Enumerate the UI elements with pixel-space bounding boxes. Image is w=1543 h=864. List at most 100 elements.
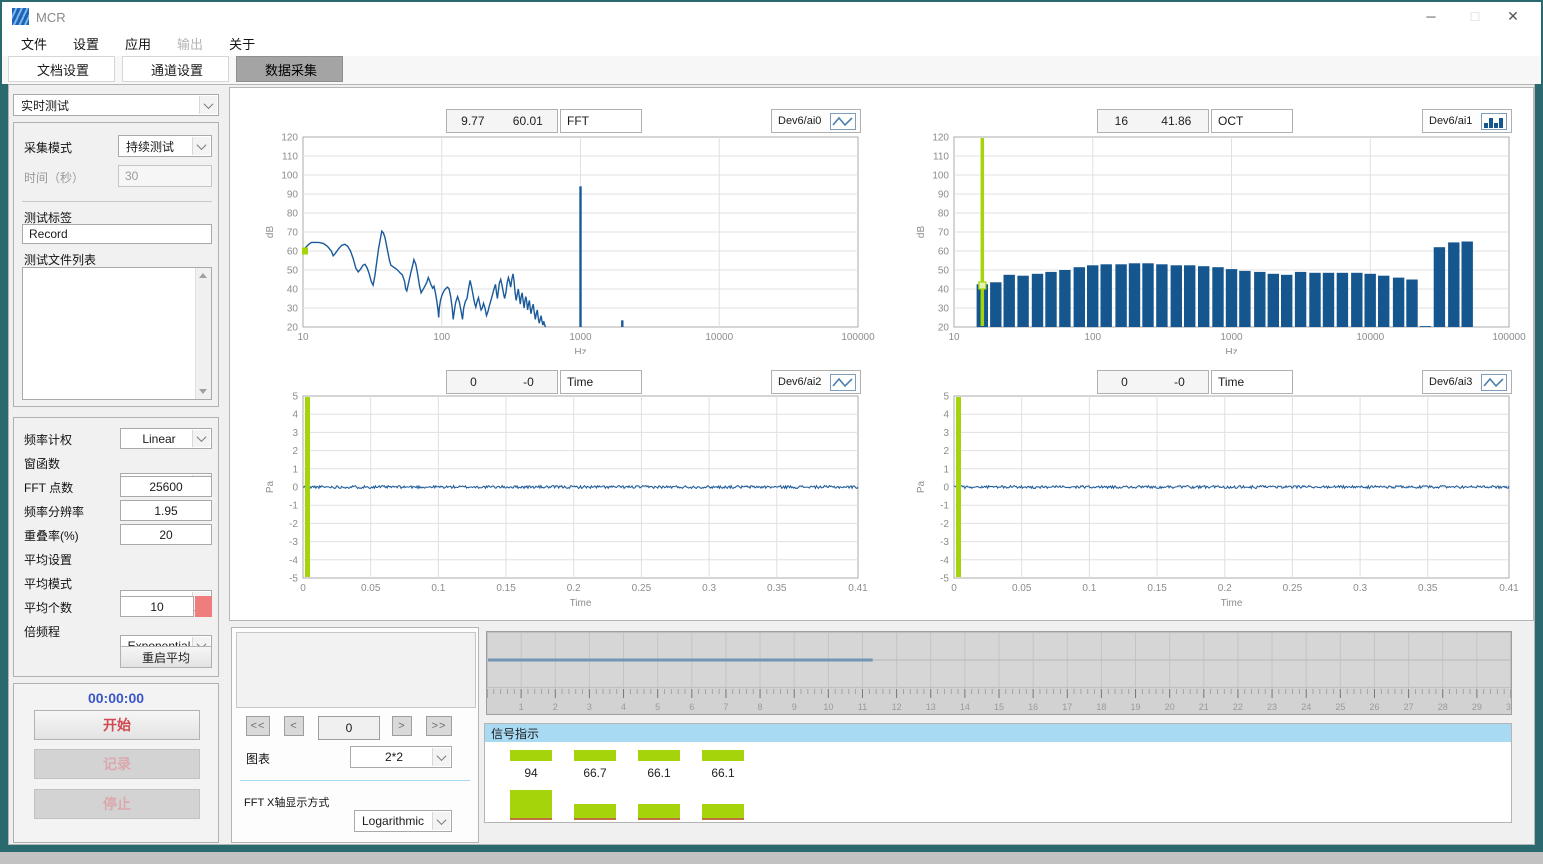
svg-text:100: 100 <box>1084 332 1101 343</box>
tab-1[interactable]: 通道设置 <box>122 56 229 82</box>
close-button[interactable]: ✕ <box>1491 2 1535 30</box>
scroll-down-icon[interactable] <box>199 389 207 394</box>
svg-text:-1: -1 <box>940 501 949 512</box>
svg-text:1: 1 <box>943 464 949 475</box>
chart-type-box[interactable]: FFT <box>560 109 642 133</box>
chevron-down-icon[interactable] <box>199 96 217 114</box>
menu-item-1[interactable]: 设置 <box>60 30 112 57</box>
menu-item-0[interactable]: 文件 <box>8 30 60 57</box>
channel-label: Dev6/ai1 <box>1429 115 1472 127</box>
divider <box>240 780 470 781</box>
test-tag-input[interactable]: Record <box>22 224 212 244</box>
menu-bar: 文件设置应用输出关于 <box>2 30 1541 56</box>
setting-input-3[interactable]: 1.95 <box>120 500 212 521</box>
pager-next-button[interactable]: > <box>392 716 412 736</box>
acq-mode-select[interactable]: 持续测试 <box>118 135 212 157</box>
svg-text:-2: -2 <box>289 519 298 530</box>
record-button[interactable]: 记录 <box>34 749 200 779</box>
svg-text:0.2: 0.2 <box>1218 583 1232 594</box>
signal-meter-bar <box>702 804 744 820</box>
cursor-readout-value: 41.86 <box>1161 114 1191 128</box>
setting-input-2[interactable]: 25600 <box>120 476 212 497</box>
file-list-label: 测试文件列表 <box>24 251 96 268</box>
svg-text:40: 40 <box>938 285 950 296</box>
tab-0[interactable]: 文档设置 <box>8 56 115 82</box>
svg-text:-4: -4 <box>289 555 298 566</box>
run-controls-groupbox: 00:00:00 开始 记录 停止 <box>13 683 219 843</box>
signal-meter-bar <box>638 804 680 820</box>
svg-text:50: 50 <box>287 266 299 277</box>
chart-layout-select[interactable]: 2*2 <box>350 746 452 768</box>
menu-item-2[interactable]: 应用 <box>112 30 164 57</box>
setting-label-8: 倍频程 <box>24 623 60 640</box>
setting-input-4[interactable]: 20 <box>120 524 212 545</box>
chart-type-box[interactable]: Time <box>1211 370 1293 394</box>
setting-input-7[interactable]: 10 <box>120 596 194 617</box>
signal-indicator-panel: 信号指示 9466.766.166.1 <box>484 723 1512 823</box>
scrollbar[interactable] <box>195 268 211 399</box>
svg-text:-2: -2 <box>940 519 949 530</box>
channel-box[interactable]: Dev6/ai2 <box>771 370 861 394</box>
svg-text:25: 25 <box>1335 702 1345 712</box>
channel-box[interactable]: Dev6/ai0 <box>771 109 861 133</box>
svg-text:80: 80 <box>938 209 950 220</box>
fft-xaxis-select[interactable]: Logarithmic <box>354 810 452 832</box>
signal-meter-bar <box>574 804 616 820</box>
divider <box>22 201 212 202</box>
channel-box[interactable]: Dev6/ai1 <box>1422 109 1512 133</box>
minimize-button[interactable]: ─ <box>1409 2 1453 30</box>
signal-level-value: 94 <box>510 766 552 780</box>
menu-item-3: 输出 <box>164 30 216 57</box>
test-file-listbox[interactable] <box>22 267 212 400</box>
signal-level-bar <box>638 750 680 761</box>
channel-box[interactable]: Dev6/ai3 <box>1422 370 1512 394</box>
start-button[interactable]: 开始 <box>34 710 200 740</box>
pager-last-button[interactable]: >> <box>426 716 452 736</box>
elapsed-timer: 00:00:00 <box>14 690 218 706</box>
timeline-plot[interactable]: 1234567891011121314151617181920212223242… <box>487 632 1511 714</box>
setting-label-2: FFT 点数 <box>24 479 73 496</box>
svg-text:10: 10 <box>823 702 833 712</box>
svg-text:3: 3 <box>587 702 592 712</box>
chart-type-box[interactable]: Time <box>560 370 642 394</box>
pager-value[interactable]: 0 <box>318 716 380 740</box>
svg-text:0.05: 0.05 <box>361 583 381 594</box>
fft-xaxis-value: Logarithmic <box>362 814 424 828</box>
chart-quadrant-Dev6-ai0: 2030405060708090100110120101001000100001… <box>231 89 882 354</box>
svg-text:15: 15 <box>994 702 1004 712</box>
svg-text:Pa: Pa <box>265 480 276 493</box>
analysis-settings-groupbox: 频率计权Linear窗函数HanningFFT 点数25600频率分辨率1.95… <box>13 417 219 677</box>
svg-text:0.2: 0.2 <box>567 583 581 594</box>
svg-text:29: 29 <box>1472 702 1482 712</box>
stop-button[interactable]: 停止 <box>34 789 200 819</box>
line-chart-icon <box>830 113 856 130</box>
menu-item-4[interactable]: 关于 <box>216 30 268 57</box>
svg-text:26: 26 <box>1369 702 1379 712</box>
pager-prev-button[interactable]: < <box>284 716 304 736</box>
acq-mode-value: 持续测试 <box>126 138 174 155</box>
svg-text:0: 0 <box>943 483 949 494</box>
chart-quadrant-Dev6-ai2: -5-4-3-2-101234500.050.10.150.20.250.30.… <box>231 354 882 619</box>
svg-text:3: 3 <box>292 428 298 439</box>
svg-text:-4: -4 <box>940 555 949 566</box>
svg-text:60: 60 <box>287 247 299 258</box>
restart-average-button[interactable]: 重启平均 <box>120 646 212 668</box>
setting-select-0[interactable]: Linear <box>120 428 212 449</box>
pager-first-button[interactable]: << <box>246 716 270 736</box>
chevron-down-icon[interactable] <box>192 137 210 155</box>
setting-label-6: 平均模式 <box>24 575 72 592</box>
chevron-down-icon[interactable] <box>432 812 450 830</box>
chart-type-box[interactable]: OCT <box>1211 109 1293 133</box>
scroll-up-icon[interactable] <box>199 273 207 278</box>
average-count-status-badge <box>195 596 212 617</box>
preview-box <box>236 632 476 708</box>
test-mode-select[interactable]: 实时测试 <box>13 94 219 116</box>
chevron-down-icon[interactable] <box>432 748 450 766</box>
svg-text:80: 80 <box>287 209 299 220</box>
svg-text:4: 4 <box>292 410 298 421</box>
time-seconds-input[interactable]: 30 <box>118 165 212 187</box>
svg-text:1: 1 <box>292 464 298 475</box>
chevron-down-icon[interactable] <box>192 430 210 447</box>
record-timeline[interactable]: 1234567891011121314151617181920212223242… <box>486 631 1512 715</box>
tab-2[interactable]: 数据采集 <box>236 56 343 82</box>
